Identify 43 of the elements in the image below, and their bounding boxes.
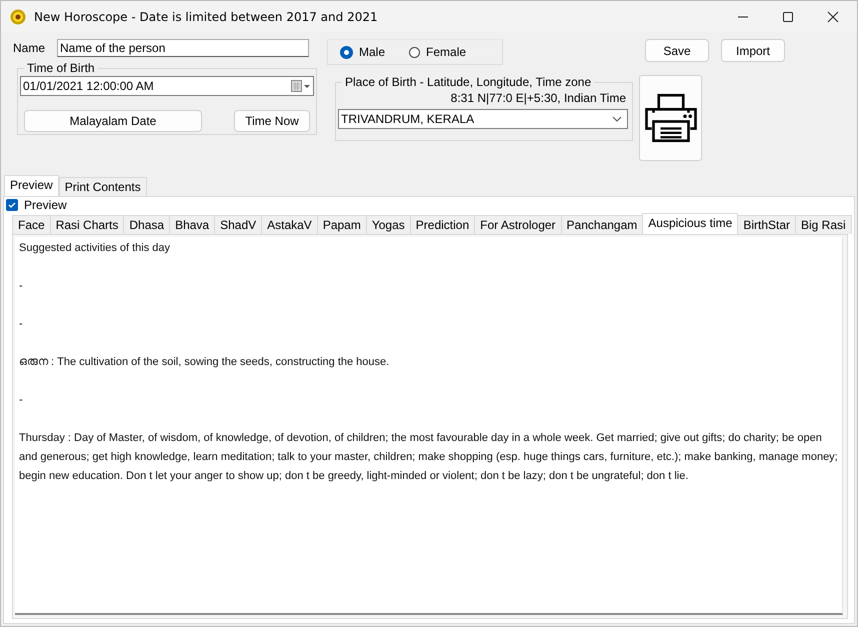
report-tab[interactable]: Prediction <box>410 215 476 234</box>
panel-tab[interactable]: Print Contents <box>58 177 147 196</box>
maximize-icon[interactable] <box>782 10 794 22</box>
preview-checkbox[interactable]: Preview <box>6 198 854 212</box>
gender-radio[interactable]: Male <box>340 45 386 59</box>
report-tab[interactable]: Papam <box>316 215 367 234</box>
close-icon[interactable] <box>827 10 839 22</box>
coordinates-text: 8:31 N|77:0 E|+5:30, Indian Time <box>450 91 627 105</box>
report-tab[interactable]: Face <box>12 215 51 234</box>
report-tab[interactable]: Bhava <box>169 215 216 234</box>
gender-radio[interactable]: Female <box>409 45 466 59</box>
report-tab[interactable]: BirthStar <box>737 215 796 234</box>
name-label: Name <box>13 41 46 55</box>
report-tab[interactable]: ShadV <box>214 215 262 234</box>
report-text: ഒരുന : The cultivation of the soil, sowing the seeds, constructing the house. <box>19 355 390 370</box>
app-logo-icon <box>10 8 26 24</box>
report-tab[interactable]: Panchangam <box>560 215 644 234</box>
place-of-birth-label: Place of Birth - Latitude, Longitude, Time zone <box>344 75 592 89</box>
time-now-button[interactable]: Time Now <box>234 110 310 132</box>
date-time-field[interactable]: 01/01/2021 12:00:00 AM <box>20 76 314 96</box>
save-button[interactable]: Save <box>645 39 709 62</box>
time-of-birth-label: Time of Birth <box>26 61 96 75</box>
report-text: - <box>19 393 24 408</box>
malayalam-date-button[interactable]: Malayalam Date <box>24 110 202 132</box>
import-button[interactable]: Import <box>721 39 785 62</box>
report-tab[interactable]: Dhasa <box>123 215 170 234</box>
report-text: - <box>19 317 24 332</box>
report-tab[interactable]: Rasi Charts <box>50 215 124 234</box>
checkmark-icon <box>7 200 17 210</box>
chevron-down-icon[interactable] <box>612 116 622 122</box>
name-field[interactable]: Name of the person <box>57 39 310 57</box>
report-text: - <box>19 279 24 294</box>
place-dropdown[interactable]: TRIVANDRUM, KERALA <box>338 109 628 129</box>
print-button[interactable] <box>639 75 702 161</box>
calendar-icon[interactable] <box>291 80 311 92</box>
report-tab[interactable]: Big Rasi <box>795 215 852 234</box>
panel-tab[interactable]: Preview <box>4 175 59 196</box>
window-title: New Horoscope - Date is limited between 2017 and 2021 <box>34 10 378 24</box>
report-tab[interactable]: For Astrologer <box>474 215 562 234</box>
report-tab[interactable]: AstakaV <box>261 215 318 234</box>
report-text: Suggested activities of this day <box>19 241 172 256</box>
report-text: Thursday : Day of Master, of wisdom, of knowledge, of devotion, of children; the most favourable day in a whole week. Get married; give out gifts; do charity; be open and generous; get high knowledge, learn meditation; talk to your master, children; make shopping (esp. huge things cars, furniture, etc.); make banking, manage money; begin new education. Don t let your anger to show up; don t be greedy, light-minded or violent; don t be lazy; don t be ungrateful; don t lie. <box>19 431 838 484</box>
report-tab[interactable]: Yogas <box>366 215 411 234</box>
